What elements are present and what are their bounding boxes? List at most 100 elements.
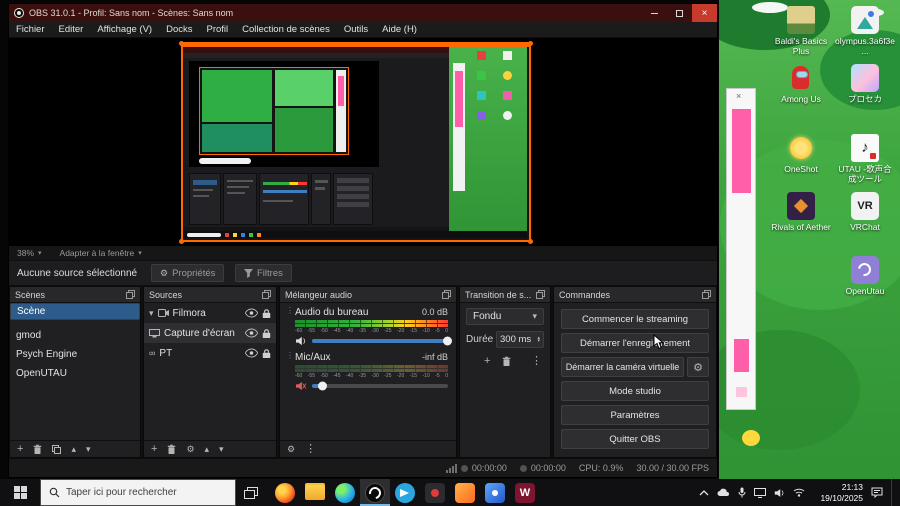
- side-window[interactable]: ×: [726, 88, 756, 410]
- task-view-button[interactable]: [236, 479, 266, 506]
- speaker-icon[interactable]: [295, 336, 307, 346]
- lock-icon[interactable]: [262, 328, 271, 339]
- minimize-button[interactable]: [642, 4, 667, 22]
- tray-chevron-up-icon[interactable]: [699, 489, 709, 496]
- desktop-icon-among-us[interactable]: Among Us: [771, 64, 831, 105]
- add-transition-icon[interactable]: +: [484, 356, 490, 367]
- slider-knob[interactable]: [317, 381, 327, 391]
- popout-icon[interactable]: [442, 290, 451, 299]
- start-button[interactable]: [0, 479, 40, 506]
- menu-outils[interactable]: Outils: [337, 24, 375, 35]
- move-down-icon[interactable]: ▾: [219, 444, 224, 454]
- desktop-icon-utau[interactable]: ♪ UTAU -歌声合成ツール: [835, 134, 895, 185]
- expand-icon[interactable]: ▾: [149, 308, 154, 318]
- volume-slider[interactable]: [312, 336, 452, 346]
- move-up-icon[interactable]: ▴: [71, 444, 76, 454]
- virtual-camera-gear-icon[interactable]: ⚙: [687, 357, 709, 377]
- advanced-audio-gear-icon[interactable]: ⚙: [287, 444, 295, 454]
- taskbar-app-edge[interactable]: [330, 479, 360, 506]
- start-recording-button[interactable]: Démarrer l'enregistrement: [561, 333, 709, 353]
- spin-down-icon[interactable]: ▾: [537, 338, 540, 343]
- remove-source-icon[interactable]: [167, 444, 176, 455]
- taskbar-app-obs[interactable]: [360, 479, 390, 506]
- taskbar-app-icon-6[interactable]: [420, 479, 450, 506]
- volume-slider[interactable]: [312, 381, 448, 391]
- remove-transition-icon[interactable]: [502, 356, 511, 367]
- scene-filters-icon[interactable]: [52, 444, 62, 454]
- source-properties-gear-icon[interactable]: ⚙: [186, 444, 194, 454]
- volume-tray-icon[interactable]: [774, 488, 785, 498]
- screen-capture-source[interactable]: [179, 41, 533, 244]
- notification-center-icon[interactable]: [871, 487, 883, 498]
- filters-button[interactable]: Filtres: [235, 264, 292, 282]
- menu-collection-scenes[interactable]: Collection de scènes: [235, 24, 337, 35]
- menu-profil[interactable]: Profil: [200, 24, 236, 35]
- slider-knob[interactable]: [443, 336, 452, 346]
- taskbar-app-icon-7[interactable]: [450, 479, 480, 506]
- popout-icon[interactable]: [262, 290, 271, 299]
- drag-handle-icon[interactable]: ⋮: [286, 351, 295, 391]
- visibility-eye-icon[interactable]: [245, 328, 258, 338]
- duration-spinbox[interactable]: 300 ms ▴ ▾: [496, 331, 544, 348]
- quit-obs-button[interactable]: Quitter OBS: [561, 429, 709, 449]
- desktop-icon-vrchat[interactable]: VR VRChat: [835, 192, 895, 233]
- desktop-icon-baldis-basics[interactable]: Baldi's Basics Plus: [771, 6, 831, 57]
- desktop-icon-project-sekai[interactable]: プロセカ: [835, 64, 895, 105]
- close-icon[interactable]: ×: [736, 91, 741, 101]
- scene-item[interactable]: Scène: [10, 303, 140, 320]
- add-source-icon[interactable]: +: [151, 443, 157, 455]
- network-wifi-icon[interactable]: [793, 488, 805, 497]
- transition-select[interactable]: Fondu ▾: [466, 308, 544, 325]
- desktop-icon-openutau[interactable]: OpenUtau: [835, 256, 895, 297]
- settings-button[interactable]: Paramètres: [561, 405, 709, 425]
- desktop-icon-rivals-of-aether[interactable]: Rivals of Aether: [771, 192, 831, 233]
- scene-item[interactable]: Psych Engine: [10, 345, 140, 364]
- selection-handle[interactable]: [528, 41, 533, 46]
- move-down-icon[interactable]: ▾: [86, 444, 91, 454]
- popout-icon[interactable]: [536, 290, 545, 299]
- onedrive-cloud-icon[interactable]: [717, 488, 730, 497]
- properties-button[interactable]: ⚙ Propriétés: [151, 264, 225, 282]
- scene-item[interactable]: gmod: [10, 326, 140, 345]
- source-item[interactable]: ∞ PT: [144, 343, 276, 363]
- maximize-button[interactable]: [667, 4, 692, 22]
- mixer-menu-dots-icon[interactable]: ⋮: [305, 443, 316, 455]
- start-streaming-button[interactable]: Commencer le streaming: [561, 309, 709, 329]
- selection-handle[interactable]: [179, 41, 184, 46]
- start-virtual-camera-button[interactable]: Démarrer la caméra virtuelle: [561, 357, 684, 377]
- selection-handle[interactable]: [528, 239, 533, 244]
- menu-affichage[interactable]: Affichage (V): [90, 24, 159, 35]
- close-button[interactable]: ×: [692, 4, 717, 22]
- desktop-icon-olympus[interactable]: olympus.3a6f3e...: [835, 6, 895, 57]
- search-input[interactable]: [66, 487, 216, 498]
- taskbar-app-firefox[interactable]: [270, 479, 300, 506]
- menu-docks[interactable]: Docks: [159, 24, 199, 35]
- taskbar-app-icon-8[interactable]: [480, 479, 510, 506]
- menu-editer[interactable]: Editer: [52, 24, 91, 35]
- microphone-icon[interactable]: [738, 487, 746, 498]
- show-desktop-button[interactable]: [891, 479, 895, 506]
- popout-icon[interactable]: [702, 290, 711, 299]
- studio-mode-button[interactable]: Mode studio: [561, 381, 709, 401]
- source-item[interactable]: ▾ Filmora: [144, 303, 276, 323]
- scene-item[interactable]: OpenUTAU: [10, 364, 140, 383]
- taskbar-app-filmora[interactable]: W: [510, 479, 540, 506]
- visibility-eye-icon[interactable]: [245, 308, 258, 318]
- menu-aide[interactable]: Aide (H): [375, 24, 424, 35]
- selection-handle[interactable]: [179, 239, 184, 244]
- visibility-eye-icon[interactable]: [245, 348, 258, 358]
- desktop-icon-oneshot[interactable]: OneShot: [771, 134, 831, 175]
- speaker-muted-icon[interactable]: [295, 381, 307, 391]
- lock-icon[interactable]: [262, 348, 271, 359]
- drag-handle-icon[interactable]: ⋮: [286, 306, 295, 346]
- taskbar-app-file-explorer[interactable]: [300, 479, 330, 506]
- popout-icon[interactable]: [126, 290, 135, 299]
- zoom-fit-mode[interactable]: Adapter à la fenêtre: [60, 248, 135, 258]
- remove-scene-icon[interactable]: [33, 444, 42, 455]
- add-scene-icon[interactable]: +: [17, 443, 23, 455]
- taskbar-search[interactable]: [40, 479, 236, 506]
- duration-value[interactable]: 300 ms: [500, 334, 531, 345]
- menu-fichier[interactable]: Fichier: [9, 24, 52, 35]
- move-up-icon[interactable]: ▴: [205, 444, 210, 454]
- source-item[interactable]: Capture d'écran: [144, 323, 276, 343]
